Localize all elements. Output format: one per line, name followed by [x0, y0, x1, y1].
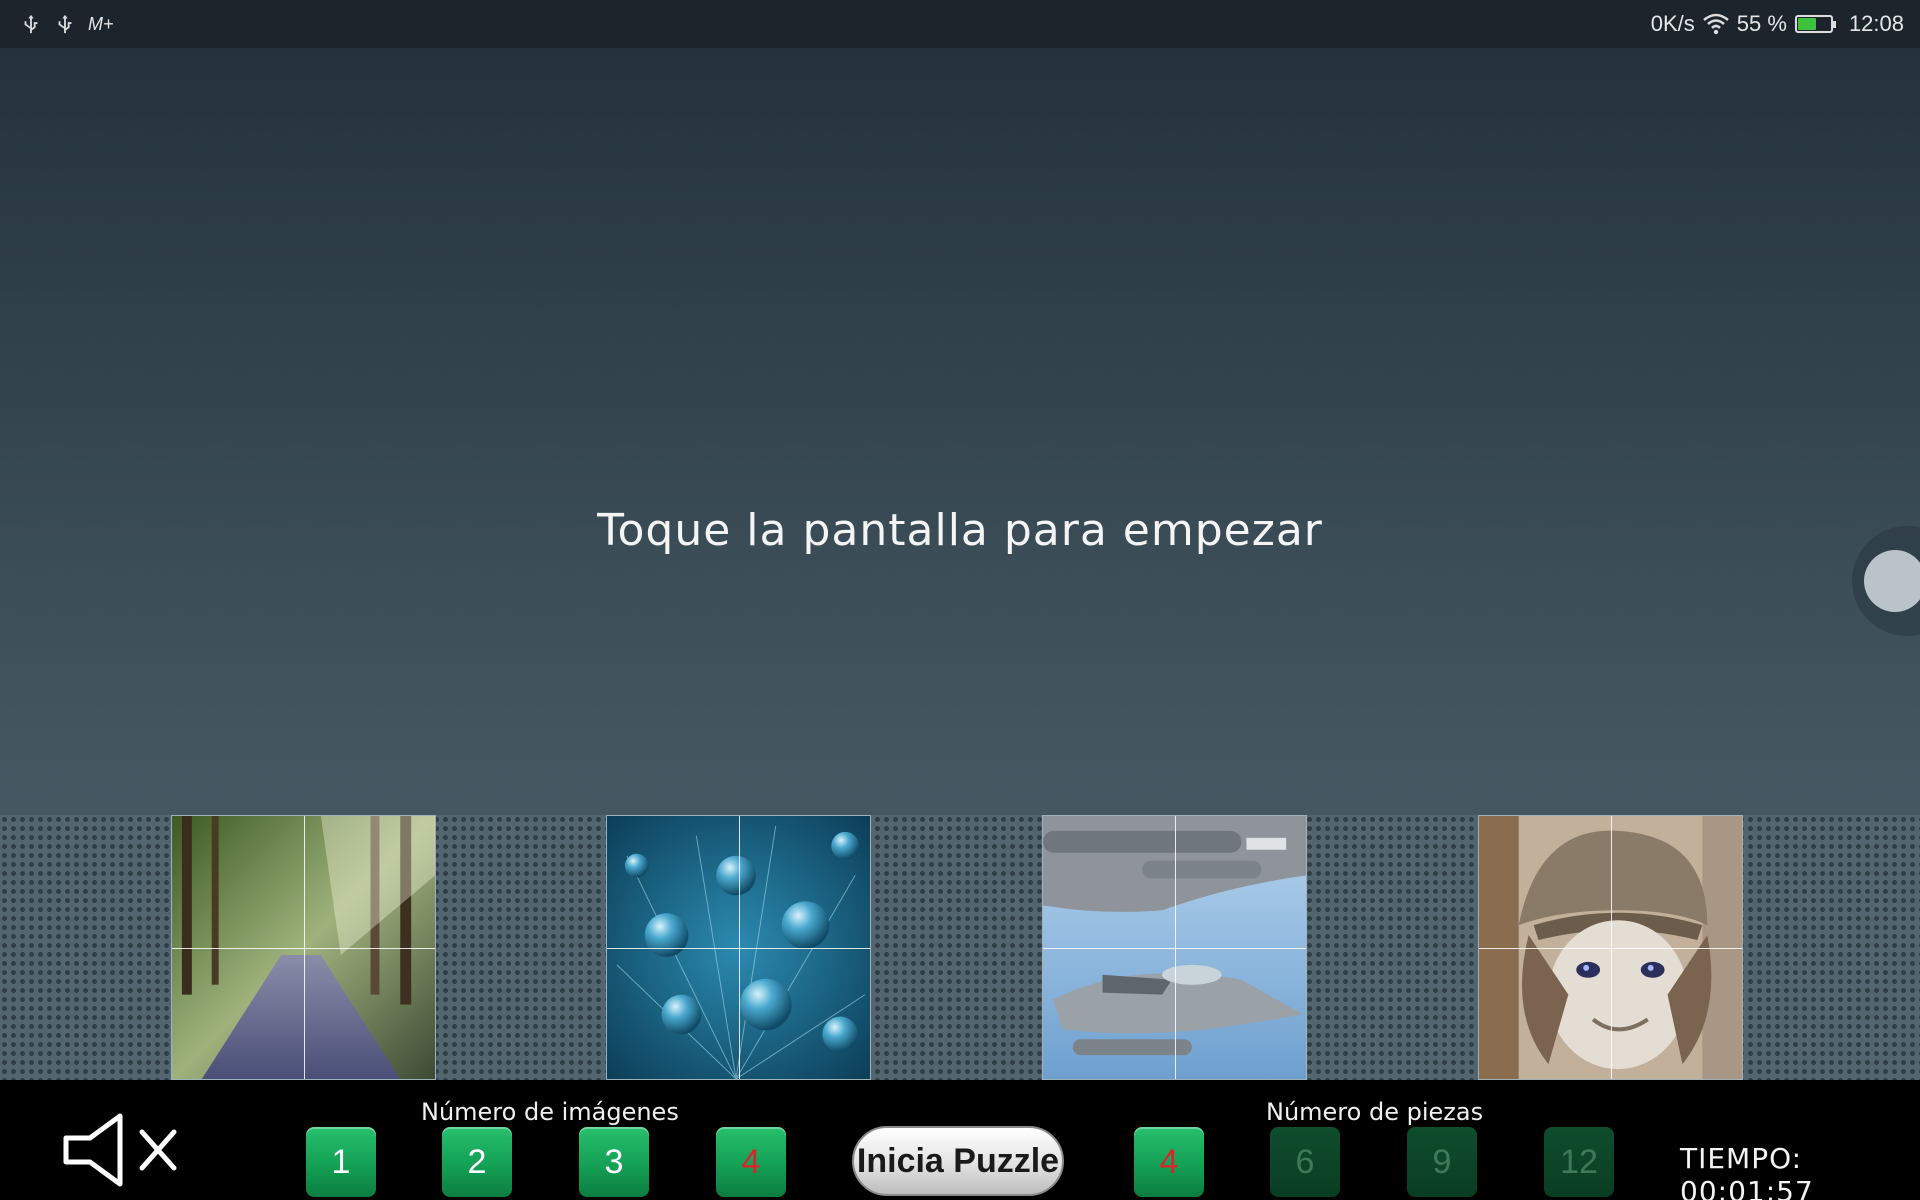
images-count-label: Número de imágenes [421, 1098, 679, 1126]
status-bar: M+ 0K/s 55 % 12:08 [0, 0, 1920, 48]
start-puzzle-button[interactable]: Inicia Puzzle [852, 1126, 1064, 1196]
usb-icon [58, 14, 72, 34]
start-prompt[interactable]: Toque la pantalla para empezar [0, 505, 1920, 556]
pieces-count-9-button[interactable]: 9 [1407, 1127, 1477, 1197]
images-count-4-button[interactable]: 4 [716, 1127, 786, 1197]
battery-percent: 55 % [1736, 11, 1787, 36]
battery-icon [1794, 15, 1836, 33]
pieces-count-label: Número de piezas [1266, 1098, 1484, 1126]
timer: TIEMPO: 00:01:57 [1680, 1142, 1814, 1200]
puzzle-thumbnail-4[interactable] [1478, 815, 1743, 1080]
clock: 12:08 [1848, 11, 1904, 36]
wifi-icon [1702, 13, 1729, 35]
grid-line [1043, 948, 1306, 949]
pieces-count-4-button[interactable]: 4 [1134, 1127, 1204, 1197]
puzzle-thumbnail-3[interactable] [1042, 815, 1307, 1080]
puzzle-thumbnail-1[interactable] [171, 815, 436, 1080]
speaker-muted-icon[interactable] [62, 1112, 178, 1188]
images-count-1-button[interactable]: 1 [306, 1127, 376, 1197]
pieces-count-6-button[interactable]: 6 [1270, 1127, 1340, 1197]
images-count-2-button[interactable]: 2 [442, 1127, 512, 1197]
usb-icon [24, 14, 38, 34]
grid-line [172, 948, 435, 949]
pieces-count-12-button[interactable]: 12 [1544, 1127, 1614, 1197]
images-count-3-button[interactable]: 3 [579, 1127, 649, 1197]
net-speed: 0K/s [1650, 11, 1695, 36]
grid-line [607, 948, 870, 949]
grid-line [1479, 948, 1742, 949]
status-right: 0K/s 55 % 12:08 [1651, 11, 1904, 37]
carrier-icon: M+ [88, 13, 114, 34]
status-left: M+ [20, 13, 114, 35]
handle-knob [1864, 550, 1920, 612]
puzzle-thumbnail-2[interactable] [606, 815, 871, 1080]
